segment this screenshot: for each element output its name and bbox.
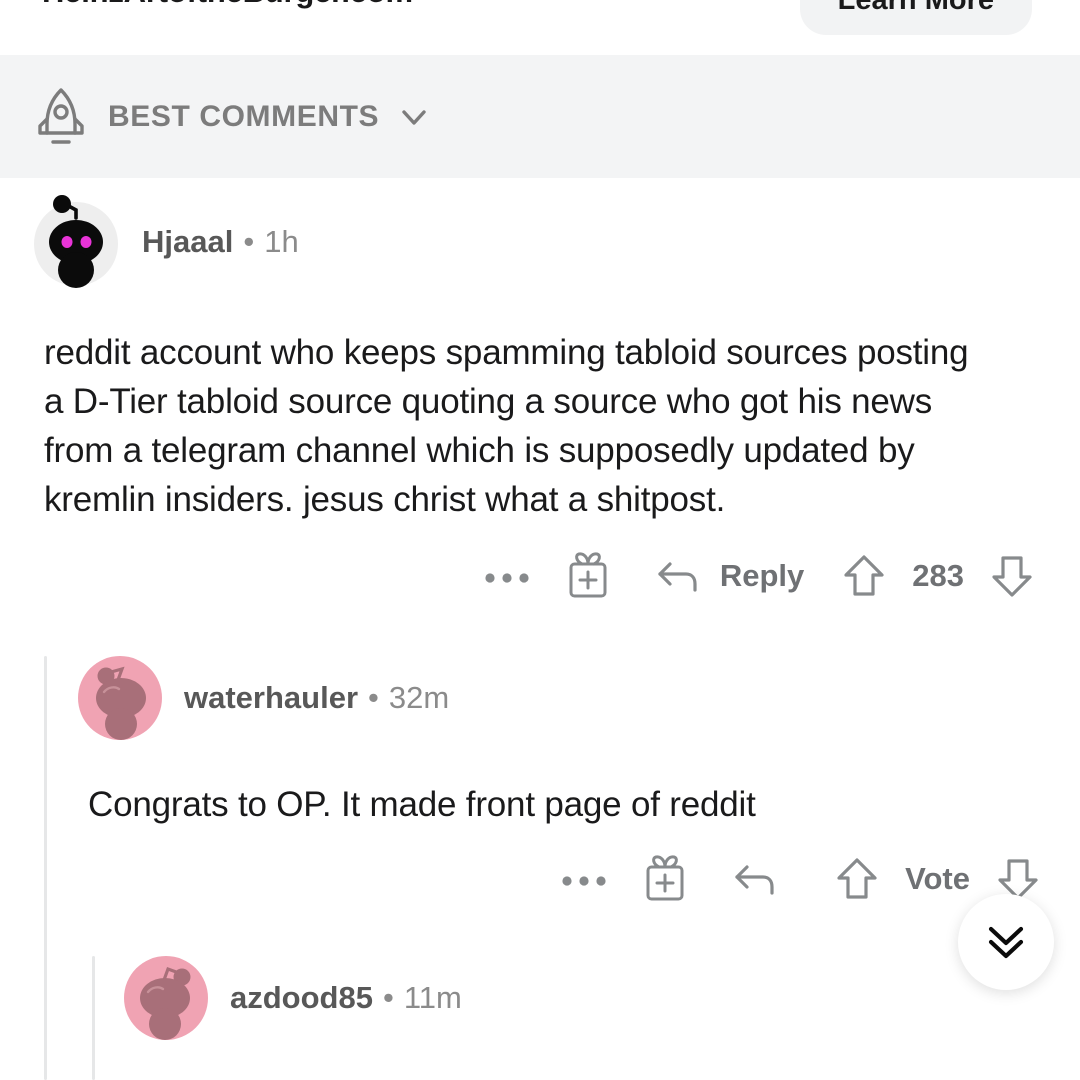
comment-header: azdood85 • 11m <box>0 956 1080 1040</box>
vote-score: 283 <box>912 558 964 593</box>
comment-hjaaal: Hjaaal • 1h reddit account who keeps spa… <box>0 195 1080 604</box>
byline-separator: • <box>382 980 394 1015</box>
reply-button[interactable]: Reply <box>650 548 804 604</box>
reply-label: Reply <box>719 558 805 593</box>
comment-byline: azdood85 • 11m <box>230 980 462 1016</box>
promoted-post-strip: HeinzArtoftheBurger.com Learn More <box>0 0 1080 55</box>
chevron-down-icon[interactable] <box>397 100 431 134</box>
comment-byline: waterhauler • 32m <box>184 680 449 716</box>
vote-controls: 283 <box>838 548 1038 604</box>
comment-body: Congrats to OP. It made front page of re… <box>88 785 756 824</box>
gift-icon[interactable] <box>619 851 711 907</box>
comment-action-bar: Reply 283 <box>0 548 1080 604</box>
comment-body: reddit account who keeps spamming tabloi… <box>44 333 969 519</box>
comment-timestamp: 32m <box>388 680 450 715</box>
comment-header: waterhauler • 32m <box>0 656 1080 740</box>
comment-azdood85: azdood85 • 11m <box>0 956 1080 1040</box>
upvote-arrow-icon[interactable] <box>831 851 883 907</box>
comment-timestamp: 1h <box>264 224 299 259</box>
comment-username[interactable]: waterhauler <box>184 680 358 716</box>
overflow-menu-icon[interactable] <box>472 548 542 604</box>
avatar[interactable] <box>32 195 120 288</box>
reddit-comments-screen: HeinzArtoftheBurger.com Learn More BEST … <box>0 0 1080 1080</box>
comment-waterhauler: waterhauler • 32m Congrats to OP. It mad… <box>0 656 1080 907</box>
comment-username[interactable]: azdood85 <box>230 980 373 1016</box>
gift-icon[interactable] <box>542 548 634 604</box>
overflow-menu-icon[interactable] <box>549 851 619 907</box>
rocket-icon <box>34 86 88 148</box>
comment-header: Hjaaal • 1h <box>0 195 1080 288</box>
comment-action-bar: Vote <box>0 851 1080 907</box>
upvote-arrow-icon[interactable] <box>838 548 890 604</box>
avatar[interactable] <box>78 656 162 740</box>
next-thread-button[interactable] <box>958 894 1054 990</box>
reply-arrow-icon <box>727 851 783 907</box>
byline-separator: • <box>243 224 255 259</box>
downvote-arrow-icon[interactable] <box>986 548 1038 604</box>
vote-score[interactable]: Vote <box>905 861 970 897</box>
byline-separator: • <box>368 680 379 715</box>
reply-button[interactable] <box>727 851 797 907</box>
avatar[interactable] <box>124 956 208 1040</box>
comments-sort-bar[interactable]: BEST COMMENTS <box>0 55 1080 178</box>
comment-timestamp: 11m <box>403 980 462 1015</box>
learn-more-button[interactable]: Learn More <box>799 0 1032 35</box>
double-chevron-down-icon <box>978 912 1034 973</box>
comment-username[interactable]: Hjaaal <box>142 224 233 260</box>
reply-arrow-icon <box>650 548 706 604</box>
sort-label: BEST COMMENTS <box>108 99 380 133</box>
comment-byline: Hjaaal • 1h <box>142 224 299 260</box>
comments-list: Hjaaal • 1h reddit account who keeps spa… <box>0 178 1080 1080</box>
promo-domain-label: HeinzArtoftheBurger.com <box>42 0 413 10</box>
